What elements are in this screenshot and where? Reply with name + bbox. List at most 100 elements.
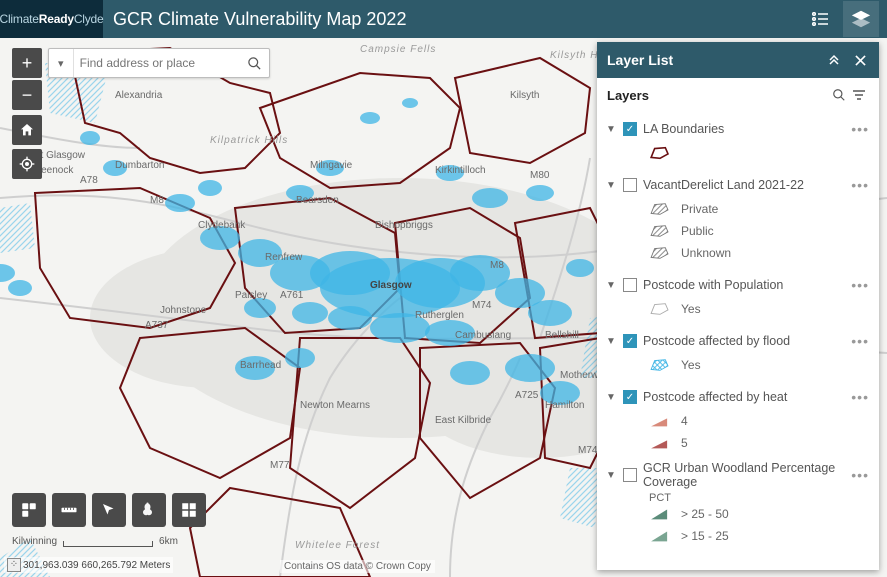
- legend-label: 4: [681, 414, 688, 428]
- layer-visibility-checkbox[interactable]: [623, 468, 637, 482]
- legend-label: Yes: [681, 358, 701, 372]
- layer-row: ▼ LA Boundaries •••: [605, 115, 871, 143]
- search-input[interactable]: [74, 56, 241, 70]
- close-icon[interactable]: [851, 51, 869, 69]
- legend-swatch: [649, 357, 671, 373]
- layer-menu-icon[interactable]: •••: [849, 333, 871, 349]
- map-label: Paisley: [235, 290, 267, 301]
- chevron-down-icon[interactable]: ▼: [605, 180, 617, 191]
- layer-name[interactable]: Postcode with Population: [643, 278, 843, 292]
- legend-swatch: [649, 245, 671, 261]
- map-label: Clydebank: [198, 220, 246, 231]
- legend-item: Public: [649, 223, 871, 239]
- legend-item: 4: [649, 413, 871, 429]
- legend-swatch: [649, 413, 671, 429]
- bookmark-button[interactable]: [12, 493, 46, 527]
- layer-visibility-checkbox[interactable]: [623, 334, 637, 348]
- chevron-down-icon[interactable]: ▼: [605, 280, 617, 291]
- layer-item: ▼ LA Boundaries •••: [597, 112, 879, 168]
- legend-label: > 25 - 50: [681, 507, 729, 521]
- layer-item: ▼Postcode affected by heat•••45: [597, 380, 879, 458]
- layer-menu-icon[interactable]: •••: [849, 389, 871, 405]
- layer-list-panel: Layer List Layers ▼ LA Boundaries ••• ▼ Vaca…: [597, 42, 879, 570]
- legend-swatch: [649, 223, 671, 239]
- map-label: A78: [80, 175, 98, 186]
- chevron-down-icon[interactable]: ▼: [605, 336, 617, 347]
- draw-button[interactable]: [132, 493, 166, 527]
- layer-menu-icon[interactable]: •••: [849, 121, 871, 137]
- panel-header: Layer List: [597, 42, 879, 78]
- map-label: A761: [280, 290, 304, 301]
- map-label: Kirkintilloch: [435, 165, 486, 176]
- map-label: M8: [150, 195, 164, 206]
- layer-menu-icon[interactable]: •••: [849, 467, 871, 483]
- legend-item: [649, 145, 871, 161]
- legend-label: > 15 - 25: [681, 529, 729, 543]
- layer-item: ▼ GCR Urban Woodland Percentage Coverage •…: [597, 458, 879, 551]
- layer-name[interactable]: LA Boundaries: [643, 122, 843, 136]
- legend-label: Yes: [681, 302, 701, 316]
- legend-item: 5: [649, 435, 871, 451]
- select-button[interactable]: [92, 493, 126, 527]
- panel-subheader: Layers: [597, 78, 879, 112]
- layer-visibility-checkbox[interactable]: [623, 178, 637, 192]
- layer-options-icon[interactable]: [849, 85, 869, 105]
- layers-icon[interactable]: [843, 1, 879, 37]
- map-label: Milngavie: [310, 160, 353, 171]
- map-label: Whitelee Forest: [295, 540, 380, 551]
- layer-name[interactable]: GCR Urban Woodland Percentage Coverage: [643, 461, 843, 489]
- panel-body[interactable]: ▼ LA Boundaries ••• ▼ VacantDerelict Land 20…: [597, 112, 879, 570]
- map-label: Kilsyth: [510, 90, 539, 101]
- legend-item: Yes: [649, 301, 871, 317]
- layer-search-icon[interactable]: [829, 85, 849, 105]
- measure-button[interactable]: [52, 493, 86, 527]
- map-label: Glasgow: [370, 280, 412, 291]
- search-source-dropdown[interactable]: ▾: [49, 49, 74, 77]
- home-button[interactable]: [12, 115, 42, 145]
- layer-legend: Yes: [605, 299, 871, 321]
- legend-swatch: [649, 145, 671, 161]
- scale-bar-graphic: [63, 541, 153, 547]
- map-label: Barrhead: [240, 360, 281, 371]
- coord-toggle-button[interactable]: ⁘: [7, 558, 21, 572]
- layer-menu-icon[interactable]: •••: [849, 177, 871, 193]
- map-label: Bellshill: [545, 330, 579, 341]
- layer-row: ▼ Postcode affected by heat •••: [605, 383, 871, 411]
- legend-swatch: [649, 528, 671, 544]
- legend-swatch: [649, 301, 671, 317]
- basemap-button[interactable]: [172, 493, 206, 527]
- zoom-in-button[interactable]: +: [12, 48, 42, 78]
- legend-icon[interactable]: [807, 6, 833, 32]
- map-tools: [12, 493, 206, 527]
- layer-legend: > 25 - 50 > 15 - 25: [605, 504, 871, 548]
- map-label: Johnstone: [160, 305, 207, 316]
- layer-name[interactable]: Postcode affected by flood: [643, 334, 843, 348]
- scale-label-right: 6km: [159, 536, 178, 547]
- locate-button[interactable]: [12, 149, 42, 179]
- layer-name[interactable]: VacantDerelict Land 2021-22: [643, 178, 843, 192]
- legend-item: Private: [649, 201, 871, 217]
- layer-item: ▼ VacantDerelict Land 2021-22 ••• Private Pu…: [597, 168, 879, 268]
- layer-row: ▼ GCR Urban Woodland Percentage Coverage •…: [605, 461, 871, 489]
- search-button[interactable]: [241, 49, 269, 77]
- layer-visibility-checkbox[interactable]: [623, 390, 637, 404]
- map-label: M74: [578, 445, 598, 456]
- map-label: A737: [145, 320, 169, 331]
- layer-name[interactable]: Postcode affected by heat: [643, 390, 843, 404]
- map-label: East Kilbride: [435, 415, 492, 426]
- layer-menu-icon[interactable]: •••: [849, 277, 871, 293]
- layer-visibility-checkbox[interactable]: [623, 278, 637, 292]
- panel-subtitle: Layers: [607, 88, 649, 103]
- zoom-out-button[interactable]: −: [12, 80, 42, 110]
- legend-item: Yes: [649, 357, 871, 373]
- chevron-down-icon[interactable]: ▼: [605, 124, 617, 135]
- layer-row: ▼ Postcode affected by flood •••: [605, 327, 871, 355]
- map-label: Renfrew: [265, 252, 303, 263]
- collapse-icon[interactable]: [825, 51, 843, 69]
- layer-visibility-checkbox[interactable]: [623, 122, 637, 136]
- app-header: ClimateReadyClyde GCR Climate Vulnerabil…: [0, 0, 887, 38]
- layer-row: ▼ Postcode with Population •••: [605, 271, 871, 299]
- chevron-down-icon[interactable]: ▼: [605, 470, 617, 481]
- chevron-down-icon[interactable]: ▼: [605, 392, 617, 403]
- layer-legend: 45: [605, 411, 871, 455]
